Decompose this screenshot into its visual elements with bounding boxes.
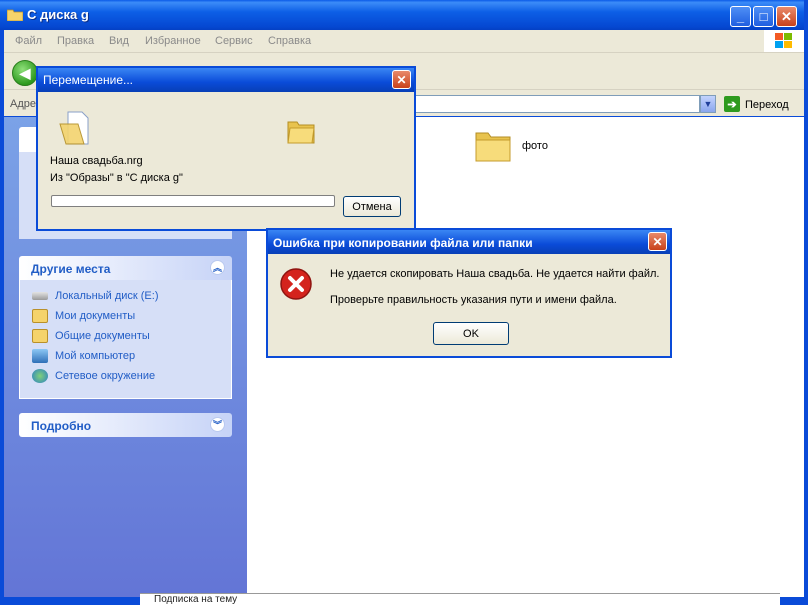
go-button[interactable]: Переход — [745, 99, 789, 111]
ok-button[interactable]: OK — [433, 322, 509, 345]
drive-icon — [32, 292, 48, 300]
other-places-body: Локальный диск (E:) Мои документы Общие … — [19, 280, 232, 399]
chevron-down-icon: ▼ — [703, 99, 713, 109]
details-title: Подробно — [31, 419, 92, 433]
place-label: Общие документы — [55, 330, 150, 342]
error-dialog-title: Ошибка при копировании файла или папки — [273, 236, 533, 250]
error-dialog-titlebar[interactable]: Ошибка при копировании файла или папки ✕ — [268, 230, 670, 254]
other-places-title: Другие места — [31, 262, 111, 276]
menu-favorites[interactable]: Избранное — [145, 35, 201, 47]
folder-label[interactable]: фото — [522, 140, 548, 152]
menu-edit[interactable]: Правка — [57, 35, 94, 47]
error-hint: Проверьте правильность указания пути и и… — [330, 294, 617, 306]
collapse-icon[interactable]: ︽ — [210, 260, 225, 275]
menu-tools[interactable]: Сервис — [215, 35, 253, 47]
menu-view[interactable]: Вид — [109, 35, 129, 47]
place-label: Локальный диск (E:) — [55, 290, 159, 302]
other-places-pane: Другие места ︽ Локальный диск (E:) Мои д… — [19, 256, 232, 399]
expand-icon[interactable]: ︾ — [210, 417, 225, 432]
other-places-header[interactable]: Другие места ︽ — [19, 256, 232, 280]
place-my-computer[interactable]: Мой компьютер — [32, 346, 135, 366]
back-arrow-icon: ◀ — [19, 64, 31, 81]
maximize-button[interactable]: □ — [753, 6, 774, 27]
menu-file[interactable]: Файл — [15, 35, 42, 47]
windows-logo-icon — [764, 30, 804, 52]
place-my-documents[interactable]: Мои документы — [32, 306, 135, 326]
details-pane: Подробно ︾ — [19, 413, 232, 437]
place-network[interactable]: Сетевое окружение — [32, 366, 155, 386]
cancel-button[interactable]: Отмена — [343, 196, 401, 217]
address-input[interactable] — [410, 95, 700, 113]
place-label: Мой компьютер — [55, 350, 136, 362]
window-titlebar[interactable] — [0, 0, 808, 30]
move-dialog-titlebar[interactable]: Перемещение... ✕ — [38, 68, 414, 92]
file-name: Наша свадьба.nrg — [50, 155, 143, 167]
minimize-button[interactable]: _ — [730, 6, 751, 27]
window-title: С диска g — [27, 7, 89, 22]
close-icon: ✕ — [396, 72, 407, 87]
close-icon: ✕ — [652, 234, 663, 249]
error-icon — [279, 267, 313, 301]
place-label: Сетевое окружение — [55, 370, 156, 382]
window-border-right — [804, 0, 808, 605]
folder-icon — [6, 8, 24, 22]
minimize-icon: _ — [736, 9, 745, 24]
folder-icon[interactable] — [474, 127, 512, 163]
close-button[interactable]: ✕ — [392, 70, 411, 89]
my-computer-icon — [32, 349, 48, 363]
back-button[interactable]: ◀ — [12, 60, 38, 86]
maximize-icon: □ — [759, 9, 768, 24]
documents-icon — [32, 309, 48, 323]
address-dropdown-button[interactable]: ▼ — [700, 95, 716, 113]
menu-help[interactable]: Справка — [268, 35, 311, 47]
close-button[interactable]: ✕ — [648, 232, 667, 251]
place-shared-documents[interactable]: Общие документы — [32, 326, 150, 346]
folder-icon — [32, 329, 48, 343]
error-message: Не удается скопировать Наша свадьба. Не … — [330, 268, 660, 280]
place-local-disk[interactable]: Локальный диск (E:) — [32, 286, 159, 306]
background-text: Подписка на тему — [154, 594, 238, 605]
move-dialog: Перемещение... ✕ Наша свадьба.nrg Из "Об… — [36, 66, 416, 231]
from-to-text: Из "Образы" в "С диска g" — [50, 172, 183, 184]
file-icon — [58, 110, 90, 146]
network-icon — [32, 369, 48, 383]
move-dialog-title: Перемещение... — [43, 73, 133, 87]
close-icon: ✕ — [781, 8, 792, 24]
address-label: Адре — [10, 98, 36, 110]
close-button[interactable]: ✕ — [776, 6, 797, 27]
go-arrow-icon[interactable]: ➔ — [724, 96, 740, 112]
place-label: Мои документы — [55, 310, 136, 322]
details-header[interactable]: Подробно ︾ — [19, 413, 232, 437]
progress-bar — [51, 195, 335, 207]
folder-icon — [286, 118, 316, 146]
error-dialog: Ошибка при копировании файла или папки ✕… — [266, 228, 672, 358]
